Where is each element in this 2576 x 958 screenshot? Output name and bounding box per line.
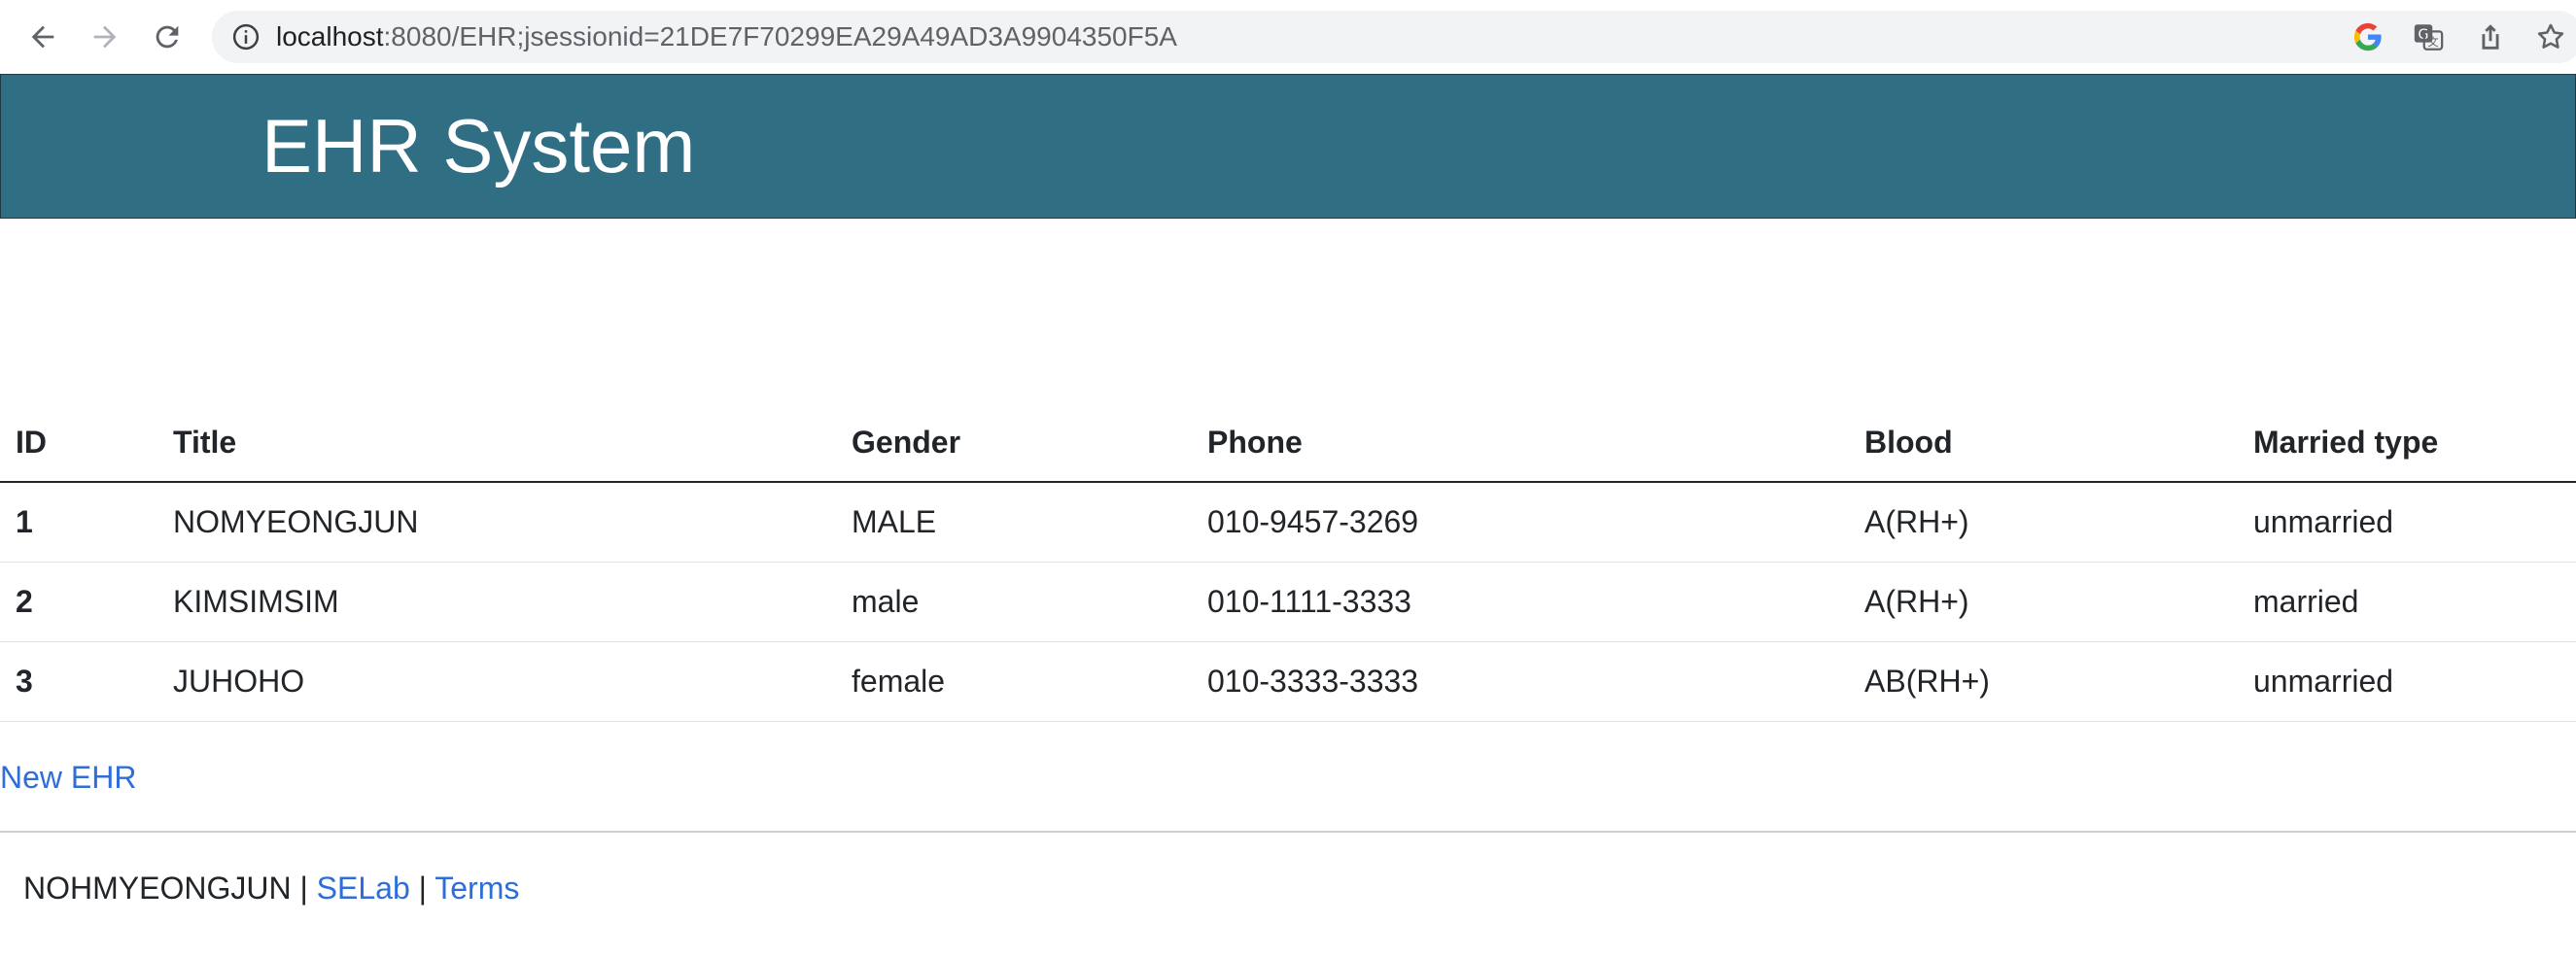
terms-link[interactable]: Terms: [435, 871, 519, 906]
translate-icon[interactable]: G文: [2411, 19, 2446, 54]
cell-title: JUHOHO: [157, 641, 836, 722]
cell-title: NOMYEONGJUN: [157, 482, 836, 563]
footer-author: NOHMYEONGJUN: [23, 871, 292, 906]
svg-text:文: 文: [2427, 35, 2438, 49]
browser-toolbar: localhost:8080/EHR;jsessionid=21DE7F7029…: [0, 0, 2576, 75]
column-header-phone: Phone: [1192, 403, 1849, 483]
cell-blood: A(RH+): [1849, 562, 2238, 642]
table-row: 2 KIMSIMSIM male 010-1111-3333 A(RH+) ma…: [0, 562, 2576, 642]
table-row: 3 JUHOHO female 010-3333-3333 AB(RH+) un…: [0, 641, 2576, 722]
url-path: :8080/EHR;jsessionid=21DE7F70299EA29A49A…: [383, 21, 1177, 51]
cell-gender: MALE: [836, 482, 1192, 563]
forward-arrow-icon[interactable]: [86, 17, 124, 56]
app-header: EHR System: [0, 74, 2576, 219]
column-header-title: Title: [157, 403, 836, 483]
cell-gender: female: [836, 641, 1192, 722]
url-text: localhost:8080/EHR;jsessionid=21DE7F7029…: [276, 22, 1177, 51]
footer: NOHMYEONGJUN | SELab | Terms: [23, 869, 519, 907]
google-icon[interactable]: [2350, 19, 2385, 54]
share-icon[interactable]: [2473, 19, 2508, 54]
cell-blood: A(RH+): [1849, 482, 2238, 563]
cell-gender: male: [836, 562, 1192, 642]
cell-id: 2: [0, 562, 157, 642]
cell-married-type: unmarried: [2238, 482, 2576, 563]
cell-married-type: married: [2238, 562, 2576, 642]
url-host: localhost: [276, 21, 384, 51]
selab-link[interactable]: SELab: [317, 871, 410, 906]
footer-separator: |: [299, 871, 308, 906]
cell-phone: 010-3333-3333: [1192, 641, 1849, 722]
cell-id: 1: [0, 482, 157, 563]
column-header-married-type: Married type: [2238, 403, 2576, 483]
new-ehr-link[interactable]: New EHR: [0, 758, 136, 797]
column-header-blood: Blood: [1849, 403, 2238, 483]
table-header-row: ID Title Gender Phone Blood Married type: [0, 403, 2576, 483]
column-header-gender: Gender: [836, 403, 1192, 483]
cell-married-type: unmarried: [2238, 641, 2576, 722]
info-icon[interactable]: [231, 22, 261, 51]
footer-divider: [0, 831, 2576, 833]
back-arrow-icon[interactable]: [23, 17, 62, 56]
table-row: 1 NOMYEONGJUN MALE 010-9457-3269 A(RH+) …: [0, 482, 2576, 563]
footer-separator: |: [418, 871, 427, 906]
bookmark-star-icon[interactable]: [2533, 19, 2568, 54]
address-bar[interactable]: localhost:8080/EHR;jsessionid=21DE7F7029…: [212, 11, 2576, 63]
reload-icon[interactable]: [148, 17, 187, 56]
cell-blood: AB(RH+): [1849, 641, 2238, 722]
cell-id: 3: [0, 641, 157, 722]
cell-title: KIMSIMSIM: [157, 562, 836, 642]
cell-phone: 010-1111-3333: [1192, 562, 1849, 642]
column-header-id: ID: [0, 403, 157, 483]
ehr-table: ID Title Gender Phone Blood Married type…: [0, 403, 2576, 722]
page-title: EHR System: [261, 103, 696, 188]
cell-phone: 010-9457-3269: [1192, 482, 1849, 563]
